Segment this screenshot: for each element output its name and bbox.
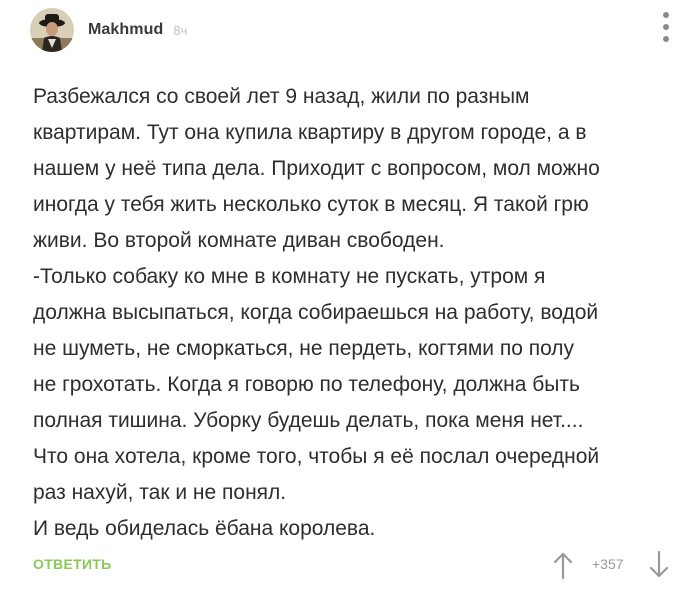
reply-button[interactable]: ОТВЕТИТЬ bbox=[33, 556, 112, 572]
comment-line: Разбежался со своей лет 9 назад, жили по… bbox=[33, 85, 530, 108]
comment-time: 8ч bbox=[173, 22, 188, 38]
comment-line: Что она хотела, кроме того, чтобы я её п… bbox=[33, 445, 600, 468]
comment-line: -Только собаку ко мне в комнату не пуска… bbox=[33, 265, 546, 288]
comment-footer: ОТВЕТИТЬ +357 bbox=[0, 548, 700, 584]
comment-line: должна высыпаться, когда собираешься на … bbox=[33, 301, 599, 324]
avatar[interactable] bbox=[30, 8, 74, 52]
user-avatar-icon bbox=[30, 8, 74, 52]
comment-line: полная тишина. Уборку будешь делать, пок… bbox=[33, 409, 584, 432]
more-vertical-icon bbox=[663, 24, 669, 30]
comment-line: иногда у тебя жить несколько суток в мес… bbox=[33, 193, 589, 216]
more-vertical-icon bbox=[663, 12, 669, 18]
arrow-up-icon bbox=[553, 552, 573, 580]
arrow-down-icon bbox=[649, 550, 669, 578]
comment-header: Makhmud 8ч bbox=[30, 8, 187, 52]
more-menu-button[interactable] bbox=[658, 10, 674, 44]
author-name[interactable]: Makhmud bbox=[88, 21, 163, 39]
upvote-button[interactable] bbox=[552, 550, 574, 580]
rating-score: +357 bbox=[592, 556, 624, 572]
more-vertical-icon bbox=[663, 36, 669, 42]
downvote-button[interactable] bbox=[648, 550, 670, 580]
comment-line: не шуметь, не сморкаться, не пердеть, ко… bbox=[33, 337, 575, 360]
comment-card: Makhmud 8ч Разбежался со своей лет 9 наз… bbox=[0, 0, 700, 598]
comment-line: раз нахуй, так и не понял. bbox=[33, 481, 287, 504]
comment-line: квартирам. Тут она купила квартиру в дру… bbox=[33, 121, 587, 144]
comment-line: живи. Во второй комнате диван свободен. bbox=[33, 229, 445, 252]
comment-line: не грохотать. Когда я говорю по телефону… bbox=[33, 373, 580, 396]
comment-line: И ведь обиделась ёбана королева. bbox=[33, 517, 376, 540]
comment-line: нашем у неё типа дела. Приходит с вопрос… bbox=[33, 157, 600, 180]
comment-text: Разбежался со своей лет 9 назад, жили по… bbox=[33, 79, 673, 547]
